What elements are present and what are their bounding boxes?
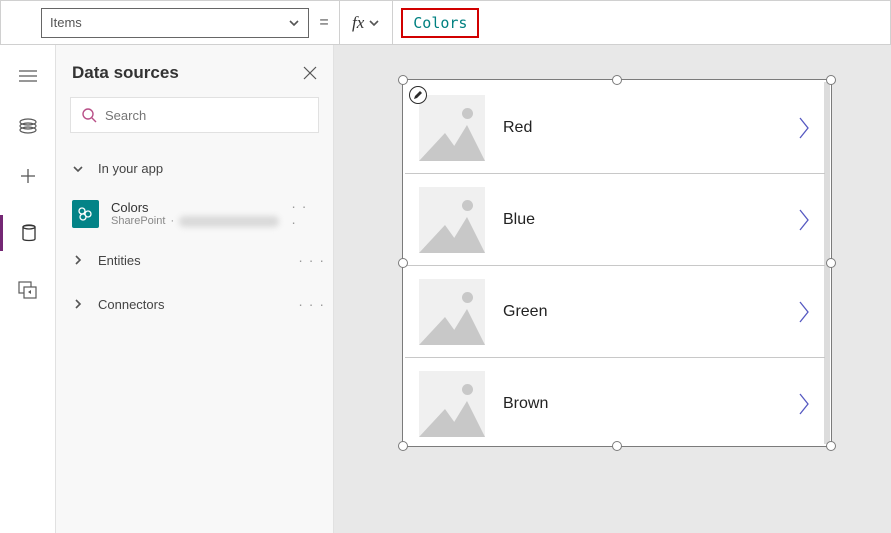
section-entities[interactable]: Entities · · · bbox=[56, 238, 333, 282]
edit-icon[interactable] bbox=[409, 86, 427, 104]
equals-sign: = bbox=[309, 14, 339, 32]
left-rail bbox=[0, 45, 56, 533]
plus-icon[interactable] bbox=[17, 165, 39, 187]
image-placeholder-icon bbox=[419, 279, 485, 345]
chevron-right-icon[interactable] bbox=[797, 391, 811, 417]
panel-header: Data sources bbox=[56, 45, 333, 97]
sharepoint-icon bbox=[72, 200, 99, 228]
canvas: Red Blue Green Brown bbox=[334, 45, 891, 533]
data-sources-icon[interactable] bbox=[0, 215, 54, 251]
image-placeholder-icon bbox=[419, 95, 485, 161]
chevron-down-icon bbox=[72, 163, 84, 175]
property-label: Items bbox=[50, 15, 82, 30]
insert-icon[interactable] bbox=[17, 115, 39, 137]
chevron-right-icon[interactable] bbox=[797, 207, 811, 233]
more-icon[interactable]: · · · bbox=[291, 198, 317, 230]
formula-value: Colors bbox=[401, 8, 479, 38]
data-source-name: Colors bbox=[111, 200, 279, 216]
more-icon[interactable]: · · · bbox=[298, 252, 325, 268]
section-label: In your app bbox=[98, 161, 163, 176]
section-label: Connectors bbox=[98, 297, 164, 312]
data-sources-panel: Data sources In your app Colors SharePoi… bbox=[56, 45, 334, 533]
row-title: Brown bbox=[503, 395, 779, 413]
chevron-right-icon bbox=[72, 298, 84, 310]
property-selector[interactable]: Items bbox=[41, 8, 309, 38]
close-icon[interactable] bbox=[303, 66, 317, 80]
gallery-row[interactable]: Red bbox=[405, 82, 825, 174]
gallery: Red Blue Green Brown bbox=[405, 82, 825, 444]
media-icon[interactable] bbox=[17, 279, 39, 301]
search-icon bbox=[81, 107, 97, 123]
gallery-row[interactable]: Green bbox=[405, 266, 825, 358]
more-icon[interactable]: · · · bbox=[298, 296, 325, 312]
image-placeholder-icon bbox=[419, 187, 485, 253]
section-label: Entities bbox=[98, 253, 141, 268]
panel-title: Data sources bbox=[72, 63, 179, 83]
data-source-subtitle: SharePoint · bbox=[111, 215, 279, 228]
search-box[interactable] bbox=[70, 97, 319, 133]
chevron-right-icon bbox=[72, 254, 84, 266]
row-title: Blue bbox=[503, 211, 779, 229]
chevron-down-icon bbox=[368, 17, 380, 29]
gallery-row[interactable]: Blue bbox=[405, 174, 825, 266]
chevron-down-icon bbox=[288, 17, 300, 29]
formula-input-area[interactable]: Colors bbox=[393, 0, 890, 45]
search-input[interactable] bbox=[105, 108, 308, 123]
gallery-row[interactable]: Brown bbox=[405, 358, 825, 444]
chevron-right-icon[interactable] bbox=[797, 115, 811, 141]
row-title: Green bbox=[503, 303, 779, 321]
row-title: Red bbox=[503, 119, 779, 137]
chevron-right-icon[interactable] bbox=[797, 299, 811, 325]
section-in-your-app[interactable]: In your app bbox=[56, 147, 333, 190]
tree-view-icon[interactable] bbox=[17, 65, 39, 87]
formula-bar: Items = fx Colors bbox=[0, 0, 891, 45]
fx-icon: fx bbox=[352, 13, 364, 33]
image-placeholder-icon bbox=[419, 371, 485, 437]
fx-button[interactable]: fx bbox=[339, 0, 393, 45]
data-source-text: Colors SharePoint · bbox=[111, 200, 279, 229]
selected-gallery[interactable]: Red Blue Green Brown bbox=[402, 79, 832, 447]
data-source-item[interactable]: Colors SharePoint · · · · bbox=[56, 190, 333, 238]
section-connectors[interactable]: Connectors · · · bbox=[56, 282, 333, 326]
